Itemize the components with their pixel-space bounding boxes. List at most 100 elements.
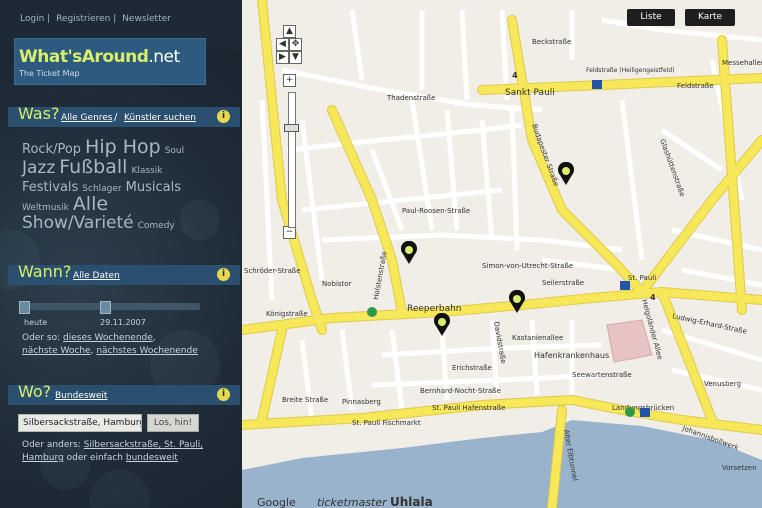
date-or-label: Oder so: (22, 333, 61, 343)
nav-separator: | (113, 14, 117, 24)
google-logo: Google (257, 496, 296, 508)
label-simon: Simon-von-Utrecht-Straße (482, 262, 573, 270)
date-options: Oder so: dieses Wochenende, nächste Woch… (22, 332, 232, 358)
info-icon[interactable]: i (217, 110, 230, 123)
genre-tag[interactable]: Show/Varieté (22, 214, 134, 233)
info-icon[interactable]: i (217, 268, 230, 281)
label-thadenstrasse: Thadenstraße (386, 94, 435, 102)
label-schroeder: Schröder-Straße (244, 267, 301, 275)
artist-search-link[interactable]: Künstler suchen (124, 113, 196, 123)
st-pauli-link[interactable]: Silbersackstraße, St. Pauli, (84, 440, 203, 450)
all-dates-link[interactable]: Alle Daten (73, 271, 120, 281)
label-route-4: 4 (512, 71, 518, 80)
hamburg-link[interactable]: Hamburg (22, 453, 64, 463)
label-pinnasberg: Pinnasberg (342, 398, 381, 406)
logo-tagline: The Ticket Map (19, 69, 80, 78)
map-view-button[interactable]: Karte (685, 9, 735, 26)
bokeh-decoration (90, 470, 150, 508)
label-heiligengeistfeld: Feldstraße (Heiligengeistfeld) (586, 67, 674, 74)
s-bahn-icon (625, 407, 635, 417)
newsletter-link[interactable]: Newsletter (122, 14, 171, 24)
pan-left-button[interactable]: ◀ (276, 38, 289, 51)
logo-name: What'sAround.net (19, 47, 180, 67)
what-separator: / (114, 112, 118, 123)
label-sankt-pauli: Sankt Pauli (505, 88, 555, 98)
map-pin-icon (434, 313, 450, 336)
sidebar: Login | Registrieren | Newsletter What's… (0, 0, 242, 508)
event-marker[interactable] (433, 313, 451, 337)
all-genres-link[interactable]: Alle Genres (61, 113, 113, 123)
logo-tld: .net (148, 47, 180, 67)
label-paul-roosen: Paul-Roosen-Straße (402, 207, 470, 215)
pan-right-button[interactable]: ▶ (276, 51, 289, 64)
genre-tag[interactable]: Comedy (138, 221, 175, 231)
u-bahn-icon (592, 80, 602, 89)
label-messehallen: Messehallen (722, 59, 762, 67)
event-marker[interactable] (400, 241, 418, 265)
pan-down-button[interactable]: ▼ (289, 51, 302, 64)
label-beckstrasse: Beckstraße (532, 38, 571, 46)
date-start-label: heute (24, 318, 48, 327)
genre-tag[interactable]: Rock/Pop (22, 143, 81, 157)
genre-tag[interactable]: Klassik (131, 166, 162, 176)
genre-tag[interactable]: Festivals (22, 181, 78, 195)
pan-up-button[interactable]: ▲ (283, 25, 296, 38)
label-feldstrasse: Feldstraße (677, 82, 714, 90)
label-holstenstrasse: Holstenstraße (372, 251, 388, 301)
next-weekend-link[interactable]: nächstes Wochenende (96, 346, 197, 356)
when-title: Wann? (18, 262, 72, 281)
genre-tag[interactable]: Hip Hop (85, 137, 161, 158)
label-bernhard-nocht: Bernhard-Nocht-Straße (420, 387, 501, 395)
next-week-link[interactable]: nächste Woche (22, 346, 91, 356)
event-marker[interactable] (508, 290, 526, 314)
genre-tag[interactable]: Fußball (59, 157, 127, 178)
zoom-slider-handle[interactable] (284, 124, 299, 132)
where-title: Wo? (18, 382, 52, 401)
map-pin-icon (509, 290, 525, 313)
u-bahn-icon (620, 281, 630, 290)
label-stpauli-station: St. Pauli (628, 274, 656, 282)
genre-tag-cloud: Rock/Pop Hip Hop Soul Jazz Fußball Klassik Fes… (22, 137, 222, 233)
logo[interactable]: What'sAround.net The Ticket Map (14, 38, 206, 85)
genre-tag[interactable]: Weltmusik (22, 203, 69, 213)
slider-start-handle[interactable] (19, 301, 30, 314)
event-marker[interactable] (557, 162, 575, 186)
what-title: Was? (18, 104, 60, 123)
zoom-slider-track[interactable] (288, 92, 296, 228)
zoom-in-button[interactable]: + (283, 74, 296, 87)
nationwide-link[interactable]: Bundesweit (55, 391, 107, 401)
location-input[interactable] (18, 414, 142, 432)
genre-tag[interactable]: Alle (73, 194, 108, 215)
label-fischmarkt: St. Pauli Fischmarkt (352, 419, 421, 427)
this-weekend-link[interactable]: dieses Wochenende (63, 333, 153, 343)
label-koenigstrasse: Königstraße (266, 310, 308, 318)
slider-end-handle[interactable] (100, 301, 111, 314)
register-link[interactable]: Registrieren (56, 14, 110, 24)
location-options: Oder anders: Silbersackstraße, St. Pauli… (22, 439, 232, 465)
comma: , (90, 346, 94, 356)
hospital-area (606, 319, 653, 363)
street-map[interactable]: Sankt Pauli Reeperbahn Holstenstraße Bud… (242, 0, 762, 508)
label-hafenstrasse: St. Pauli Hafenstraße (432, 404, 505, 412)
date-range-slider[interactable] (19, 301, 200, 314)
what-section-header: Was? Alle Genres / Künstler suchen i (8, 104, 240, 127)
top-links: Login | Registrieren | Newsletter (20, 14, 171, 24)
or-simply-label: oder einfach (66, 453, 124, 463)
genre-tag[interactable]: Soul (165, 146, 184, 156)
genre-tag[interactable]: Musicals (126, 181, 181, 195)
login-link[interactable]: Login (20, 14, 44, 24)
nationwide-option-link[interactable]: bundesweit (126, 453, 178, 463)
elbe-river (242, 420, 762, 508)
comma: , (152, 333, 156, 343)
go-button[interactable]: Los, hin! (147, 414, 199, 432)
label-seilerstrasse: Seilerstraße (542, 279, 584, 287)
list-view-button[interactable]: Liste (627, 9, 675, 26)
location-or-label: Oder anders: (22, 440, 81, 450)
u-bahn-icon (640, 408, 650, 417)
pan-center-button[interactable]: ✥ (289, 38, 302, 51)
when-section-header: Wann? Alle Daten i (8, 262, 240, 285)
map-view[interactable]: Sankt Pauli Reeperbahn Holstenstraße Bud… (242, 0, 762, 508)
label-glashuettenstrasse: Glashüttenstraße (658, 138, 686, 198)
info-icon[interactable]: i (217, 388, 230, 401)
genre-tag[interactable]: Jazz (22, 159, 55, 178)
